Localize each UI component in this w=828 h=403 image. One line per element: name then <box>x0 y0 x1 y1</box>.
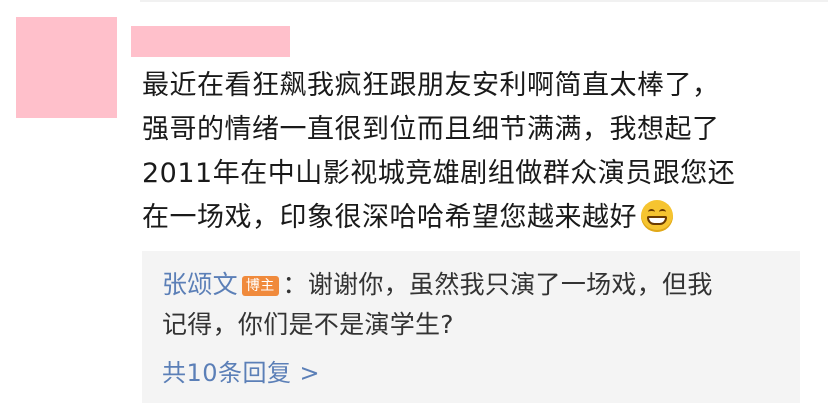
reply-text-line2: 记得，你们是不是演学生? <box>162 310 454 339</box>
reply-author-name[interactable]: 张颂文 <box>162 270 238 299</box>
view-replies-link[interactable]: 共10条回复 > <box>162 356 320 390</box>
comment-line: 2011年在中山影视城竞雄剧组做群众演员跟您还 <box>142 158 736 189</box>
comment-card: 最近在看狂飙我疯狂跟朋友安利啊简直太棒了， 强哥的情绪一直很到位而且细节满满，我… <box>0 0 828 403</box>
reply-text-line1: ：谢谢你，虽然我只演了一场戏，但我 <box>282 270 713 299</box>
grinning-face-icon <box>641 200 673 232</box>
comment-line-last: 在一场戏，印象很深哈哈希望您越来越好 <box>142 196 812 240</box>
comment-line-text: 在一场戏，印象很深哈哈希望您越来越好 <box>142 202 637 233</box>
view-replies-label: 共10条回复 <box>162 359 292 387</box>
author-reply: 张颂文 博主 ：谢谢你，虽然我只演了一场戏，但我 记得，你们是不是演学生? <box>162 265 792 345</box>
comment-body: 最近在看狂飙我疯狂跟朋友安利啊简直太棒了， 强哥的情绪一直很到位而且细节满满，我… <box>142 64 812 240</box>
avatar[interactable] <box>16 17 117 118</box>
comment-line: 最近在看狂飙我疯狂跟朋友安利啊简直太棒了， <box>142 70 720 101</box>
reply-box: 张颂文 博主 ：谢谢你，虽然我只演了一场戏，但我 记得，你们是不是演学生? 共10条… <box>142 251 800 403</box>
author-badge: 博主 <box>241 276 279 296</box>
divider <box>140 0 828 2</box>
username-redacted[interactable] <box>131 26 290 57</box>
chevron-right-icon: > <box>299 359 321 387</box>
comment-line: 强哥的情绪一直很到位而且细节满满，我想起了 <box>142 114 720 145</box>
